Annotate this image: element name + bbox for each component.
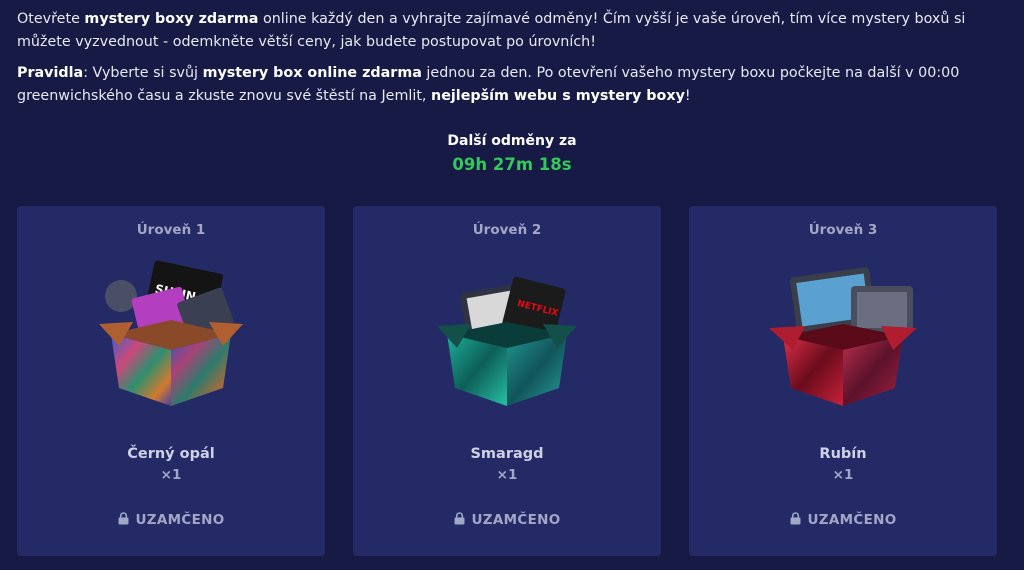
black-opal-box-image: SHEIN bbox=[99, 260, 243, 406]
level-cards: Úroveň 1 SHEIN Černý opál bbox=[17, 206, 1007, 558]
text-run: Pravidla bbox=[17, 65, 84, 81]
ruby-box-image bbox=[769, 267, 917, 406]
locked-label: UZAMČENO bbox=[807, 512, 897, 528]
box-name: Černý opál bbox=[127, 446, 215, 462]
level-card-3: Úroveň 3 Rubín ×1 UZAMČENO bbox=[689, 206, 997, 556]
box-name: Rubín bbox=[819, 446, 867, 462]
lock-icon bbox=[454, 512, 465, 525]
text-run: nejlepším webu s mystery boxy bbox=[431, 88, 685, 104]
intro-paragraph: Otevřete mystery boxy zdarma online každ… bbox=[17, 8, 1012, 54]
locked-status: UZAMČENO bbox=[353, 512, 661, 528]
rules-paragraph: Pravidla: Vyberte si svůj mystery box on… bbox=[17, 62, 1012, 108]
lock-icon bbox=[790, 512, 801, 525]
level-card-1: Úroveň 1 SHEIN Černý opál bbox=[17, 206, 325, 556]
emerald-box-image: NETFLIX bbox=[437, 276, 577, 406]
text-run: mystery boxy zdarma bbox=[84, 11, 259, 27]
next-rewards-label: Další odměny za bbox=[447, 133, 577, 149]
box-quantity: ×1 bbox=[160, 467, 182, 483]
text-run: ! bbox=[684, 88, 691, 104]
lock-icon bbox=[118, 512, 129, 525]
locked-status: UZAMČENO bbox=[689, 512, 997, 528]
level-title: Úroveň 3 bbox=[808, 222, 878, 238]
locked-status: UZAMČENO bbox=[17, 512, 325, 528]
next-rewards: Další odměny za 09h 27m 18s bbox=[0, 131, 1024, 178]
intro-text: Otevřete mystery boxy zdarma online každ… bbox=[17, 8, 1012, 116]
countdown-timer: 09h 27m 18s bbox=[452, 155, 572, 174]
text-run: : Vyberte si svůj bbox=[83, 65, 203, 81]
level-title: Úroveň 1 bbox=[136, 222, 206, 238]
box-quantity: ×1 bbox=[496, 467, 518, 483]
box-name: Smaragd bbox=[470, 446, 544, 462]
locked-label: UZAMČENO bbox=[135, 512, 225, 528]
locked-label: UZAMČENO bbox=[471, 512, 561, 528]
level-title: Úroveň 2 bbox=[472, 222, 542, 238]
text-run: Otevřete bbox=[17, 11, 85, 27]
level-card-2: Úroveň 2 NETFLIX Smaragd ×1 UZAMČENO bbox=[353, 206, 661, 556]
text-run: mystery box online zdarma bbox=[202, 65, 422, 81]
box-quantity: ×1 bbox=[832, 467, 854, 483]
